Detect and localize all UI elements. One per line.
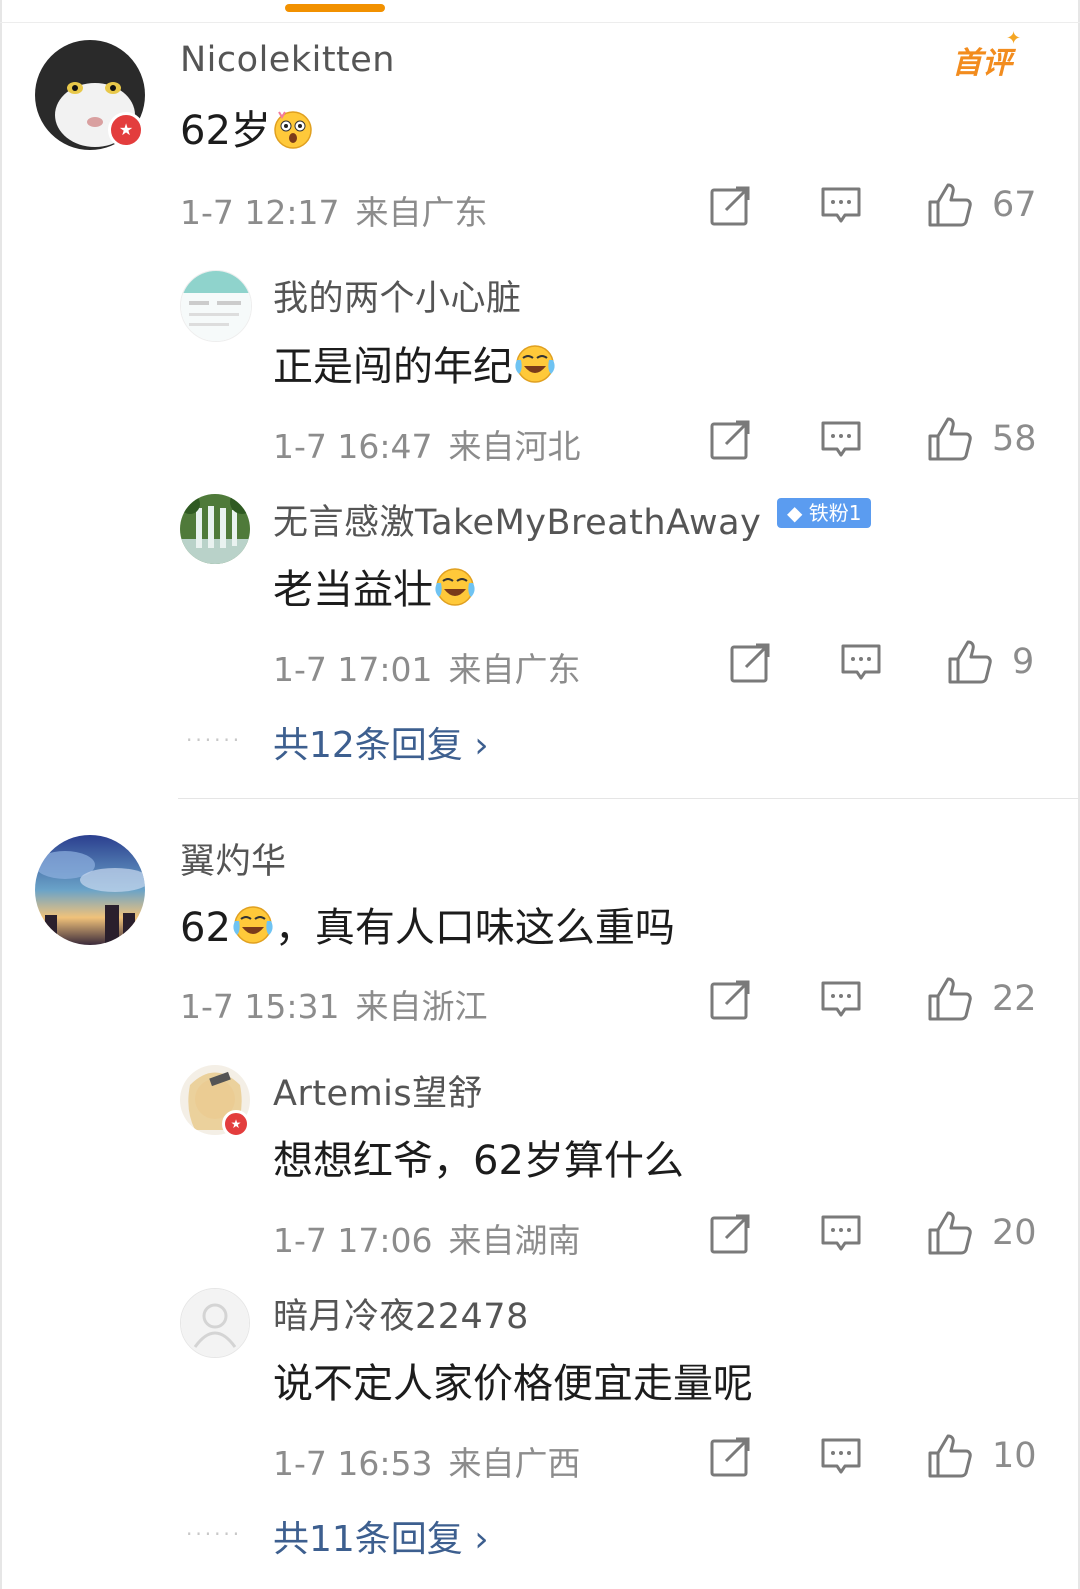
timestamp: 1-7 12:17 [180, 193, 340, 232]
shocked-face-emoji [271, 106, 315, 160]
username[interactable]: 翼灼华 [180, 833, 287, 884]
more-replies-link[interactable]: 共11条回复 › [273, 1510, 489, 1562]
timestamp: 1-7 17:01 [273, 650, 433, 689]
verified-badge: ★ [108, 112, 144, 148]
avatar-reply-user[interactable] [180, 270, 252, 342]
like-count: 22 [992, 979, 1037, 1019]
location: 来自河北 [448, 427, 581, 466]
share-icon[interactable] [710, 1437, 752, 1481]
comment-text: 62 ，真有人口味这么重吗 [180, 895, 675, 957]
username[interactable]: 无言感激TakeMyBreathAway [273, 494, 761, 545]
laughing-crying-emoji [433, 565, 477, 619]
username[interactable]: 我的两个小心脏 [273, 270, 522, 321]
timestamp: 1-7 16:53 [273, 1444, 433, 1483]
comment-icon[interactable] [820, 1214, 862, 1258]
dots-separator: ······ [186, 1522, 243, 1546]
comment-divider [178, 798, 1080, 799]
first-review-badge: 首评 ✦ [952, 28, 1022, 81]
share-icon[interactable] [710, 1214, 752, 1258]
verified-badge: ★ [222, 1110, 250, 1138]
thumbs-up-icon[interactable] [927, 182, 973, 232]
fan-badge: ◆ 铁粉1 [777, 498, 872, 528]
username[interactable]: 暗月冷夜22478 [273, 1288, 529, 1339]
comment-icon[interactable] [820, 186, 862, 230]
share-icon[interactable] [710, 420, 752, 464]
comment-text: 62岁 [180, 98, 315, 160]
reply-meta: 1-7 16:53 来自广西 [273, 1437, 581, 1485]
reply-text: 想想红爷，62岁算什么 [273, 1138, 684, 1184]
comment-meta: 1-7 15:31 来自浙江 [180, 980, 488, 1028]
username[interactable]: Nicolekitten [180, 40, 395, 80]
thumbs-up-icon[interactable] [927, 976, 973, 1026]
timestamp: 1-7 16:47 [273, 427, 433, 466]
thumbs-up-icon[interactable] [927, 416, 973, 466]
thumbs-up-icon[interactable] [947, 639, 993, 689]
reply-text: 说不定人家价格便宜走量呢 [273, 1361, 753, 1407]
reply-text: 正是闯的年纪 [273, 334, 557, 396]
left-edge-line [0, 0, 2, 1589]
location: 来自广东 [355, 193, 488, 232]
location: 来自浙江 [355, 987, 488, 1026]
avatar-reply-user[interactable] [180, 494, 250, 564]
thumbs-up-icon[interactable] [927, 1433, 973, 1483]
comment-icon[interactable] [820, 420, 862, 464]
reply-meta: 1-7 17:06 来自湖南 [273, 1214, 581, 1262]
reply-text: 老当益壮 [273, 557, 477, 619]
location: 来自广西 [448, 1444, 581, 1483]
share-icon[interactable] [710, 186, 752, 230]
reply-meta: 1-7 17:01 来自广东 [273, 643, 581, 691]
like-count: 58 [992, 419, 1037, 459]
username[interactable]: Artemis望舒 [273, 1065, 483, 1116]
laughing-crying-emoji [513, 342, 557, 396]
comment-icon[interactable] [820, 1437, 862, 1481]
avatar-default[interactable] [180, 1288, 250, 1358]
laughing-crying-emoji [231, 903, 275, 957]
share-icon[interactable] [730, 643, 772, 687]
location: 来自广东 [448, 650, 581, 689]
timestamp: 1-7 15:31 [180, 987, 340, 1026]
comment-meta: 1-7 12:17 来自广东 [180, 186, 488, 234]
reply-meta: 1-7 16:47 来自河北 [273, 420, 581, 468]
location: 来自湖南 [448, 1221, 581, 1260]
avatar-yizhuohua[interactable] [35, 835, 145, 945]
like-count: 10 [992, 1436, 1037, 1476]
like-count: 20 [992, 1213, 1037, 1253]
more-replies-link[interactable]: 共12条回复 › [273, 716, 489, 768]
top-divider [0, 22, 1080, 23]
thumbs-up-icon[interactable] [927, 1210, 973, 1260]
like-count: 9 [1012, 642, 1035, 682]
share-icon[interactable] [710, 980, 752, 1024]
tab-indicator [285, 4, 385, 12]
comment-icon[interactable] [840, 643, 882, 687]
like-count: 67 [992, 185, 1037, 225]
dots-separator: ······ [186, 728, 243, 752]
timestamp: 1-7 17:06 [273, 1221, 433, 1260]
comment-icon[interactable] [820, 980, 862, 1024]
